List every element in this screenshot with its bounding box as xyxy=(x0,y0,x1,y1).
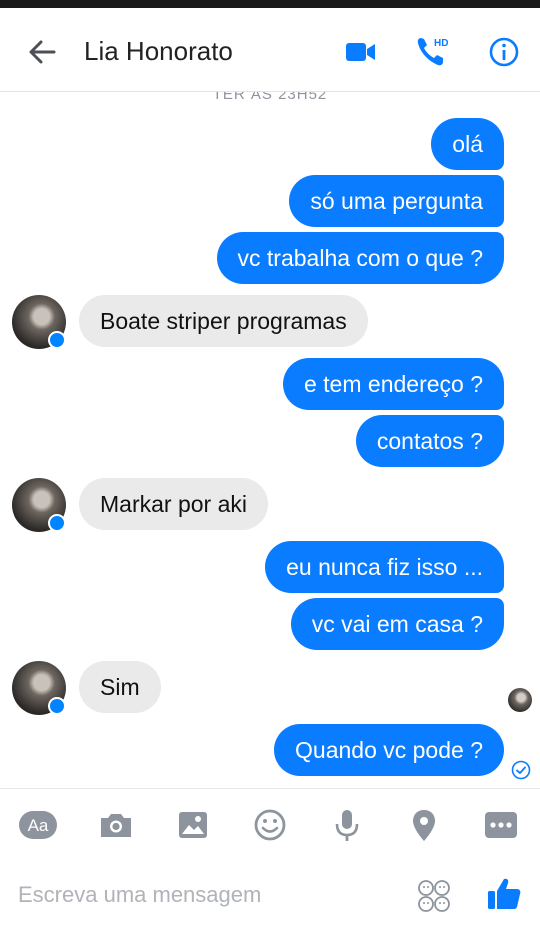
conversation-header: Lia Honorato HD xyxy=(0,8,540,92)
outgoing-message[interactable]: olá xyxy=(431,118,504,170)
outgoing-message[interactable]: Quando vc pode ? xyxy=(274,724,504,776)
messenger-badge-icon xyxy=(48,331,66,349)
thumbs-up-icon[interactable] xyxy=(484,874,524,914)
outgoing-message[interactable]: só uma pergunta xyxy=(289,175,504,227)
timestamp: TER ÀS 23H52 xyxy=(212,92,328,103)
outgoing-message[interactable]: e tem endereço ? xyxy=(282,358,504,410)
message-input[interactable]: Escreva uma mensagem xyxy=(18,882,261,908)
status-bar xyxy=(0,0,540,8)
outgoing-message[interactable]: contatos ? xyxy=(355,415,504,467)
text-mode-icon[interactable]: Aa xyxy=(18,805,58,845)
messenger-badge-icon xyxy=(48,514,66,532)
contact-name[interactable]: Lia Honorato xyxy=(84,34,233,68)
messenger-badge-icon xyxy=(48,697,66,715)
composer-toolbar: Aa xyxy=(0,788,540,858)
text-mode-label: Aa xyxy=(28,816,49,835)
emoji-icon[interactable] xyxy=(250,805,290,845)
more-icon[interactable] xyxy=(481,805,521,845)
incoming-message[interactable]: Markar por aki xyxy=(79,478,268,530)
image-icon[interactable] xyxy=(173,805,213,845)
hd-label: HD xyxy=(434,38,448,49)
hd-audio-call-icon[interactable]: HD xyxy=(412,32,452,72)
seen-indicator-avatar xyxy=(508,688,532,712)
incoming-message[interactable]: Sim xyxy=(79,661,161,713)
info-icon[interactable] xyxy=(484,32,524,72)
outgoing-message[interactable]: vc trabalha com o que ? xyxy=(216,232,504,284)
microphone-icon[interactable] xyxy=(327,805,367,845)
delivered-check-icon xyxy=(511,760,531,780)
location-icon[interactable] xyxy=(404,805,444,845)
back-arrow-icon[interactable] xyxy=(24,34,60,70)
sticker-icon[interactable] xyxy=(416,878,452,914)
video-call-icon[interactable] xyxy=(340,32,380,72)
outgoing-message[interactable]: vc vai em casa ? xyxy=(290,598,504,650)
camera-icon[interactable] xyxy=(96,805,136,845)
message-composer: Escreva uma mensagem xyxy=(0,858,540,931)
outgoing-message[interactable]: eu nunca fiz isso ... xyxy=(265,541,504,593)
incoming-message[interactable]: Boate striper programas xyxy=(79,295,368,347)
message-thread[interactable]: TER ÀS 23H52 olá só uma pergunta vc trab… xyxy=(0,92,540,788)
